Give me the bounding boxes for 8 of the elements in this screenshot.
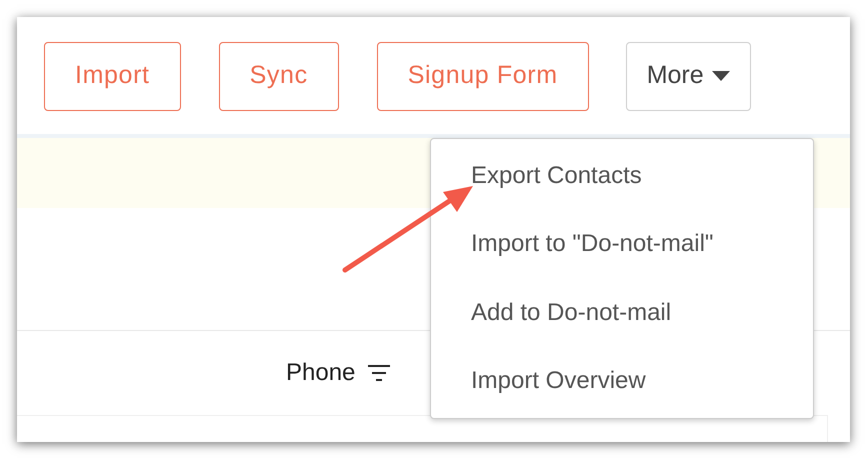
more-button[interactable]: More (626, 42, 751, 110)
menu-item[interactable]: Import to "Do-not-mail" (431, 210, 813, 278)
caret-icon (712, 71, 730, 81)
menu-item[interactable]: Import Overview (431, 346, 813, 415)
menu-item[interactable]: Export Contacts (431, 142, 813, 210)
filter-icon (367, 364, 392, 382)
menu-item[interactable]: Add to Do-not-mail (431, 278, 813, 347)
column-header[interactable]: Phone (286, 355, 392, 391)
